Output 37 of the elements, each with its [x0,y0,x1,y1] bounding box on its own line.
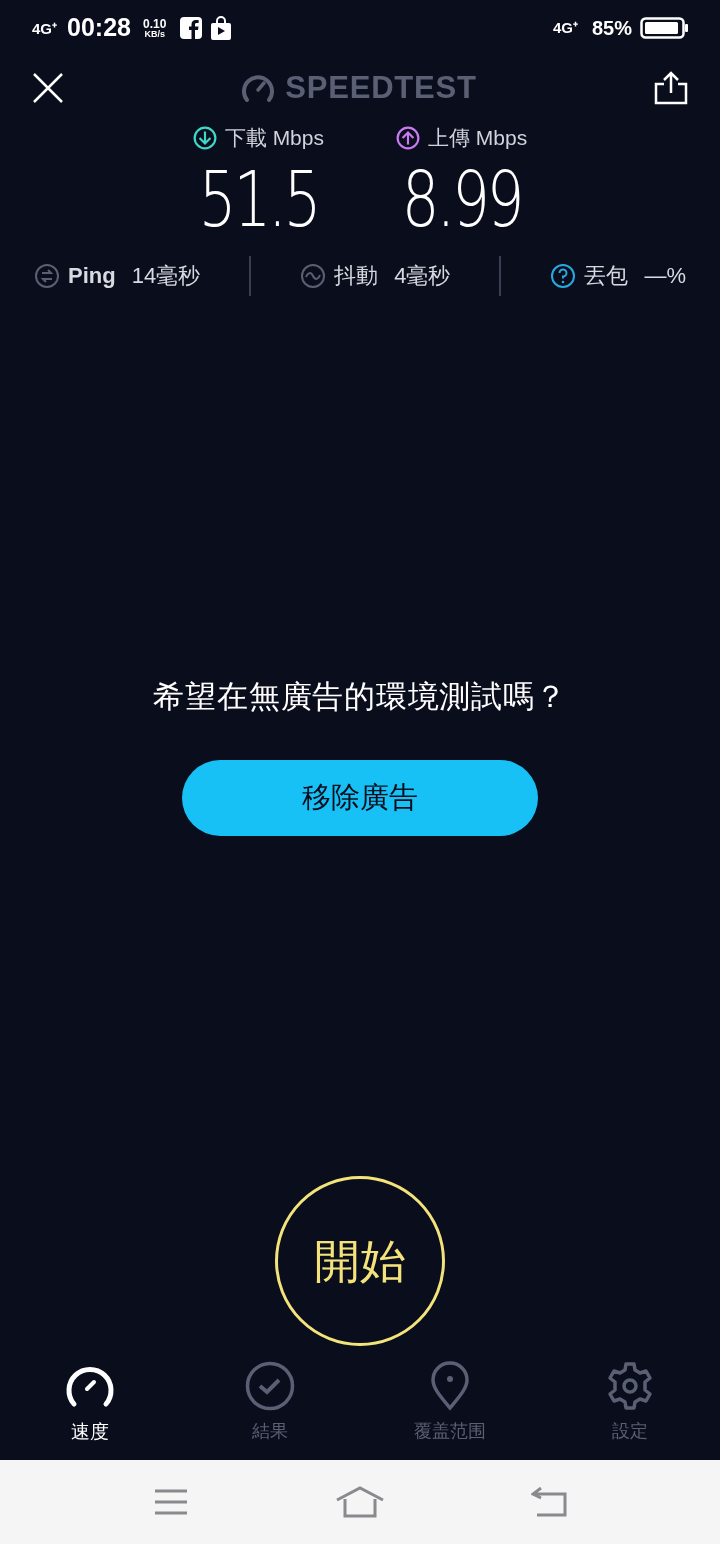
start-button[interactable]: 開始 [275,1176,445,1346]
stat-label: 丟包 [584,262,629,290]
stat-value: 4毫秒 [394,262,451,290]
facebook-icon [180,17,203,39]
speedometer-icon [241,73,276,103]
share-button[interactable] [654,71,688,105]
network-indicator: 4G⁺ [32,20,57,36]
settings-icon [605,1361,655,1411]
app-title: SPEEDTEST [285,68,477,107]
result-label: 下載 Mbps [224,125,324,151]
stat-label: Ping [68,262,116,290]
result-value: 51.5 [198,153,319,246]
result-value: 8.99 [401,153,522,246]
speedometer-icon [65,1364,115,1408]
stat-value: 14毫秒 [131,262,201,290]
home-icon[interactable] [335,1486,385,1518]
clock: 00:28 [67,12,131,44]
wave-icon [300,262,327,289]
check-circle-icon [245,1361,295,1411]
remove-ads-button[interactable]: 移除廣告 [182,760,538,836]
nav-tab[interactable]: 速度 [0,1360,180,1447]
speed-value: 0.10 [142,17,167,30]
result-label: 上傳 Mbps [428,125,528,151]
help-icon [550,262,577,289]
menu-icon[interactable] [153,1488,189,1516]
battery-icon [640,17,688,39]
ping-icon [34,262,60,289]
network-indicator: 4G⁺ [552,17,578,38]
stat-label: 抖動 [334,262,379,290]
map-pin-icon [430,1361,470,1411]
close-button[interactable] [32,72,64,104]
battery-level: 85% [591,16,632,41]
stat-value: —% [644,262,686,290]
back-icon[interactable] [531,1487,567,1517]
promo-text: 希望在無廣告的環境測試嗎？ [153,677,567,716]
store-bag-icon [210,16,233,40]
speed-unit: KB/s [144,29,165,39]
